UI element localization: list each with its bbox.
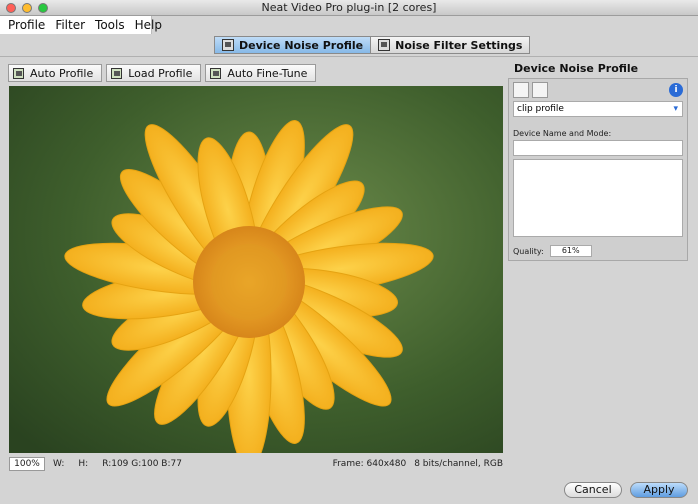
profile-select[interactable]: clip profile ▾ [513,101,683,117]
chevron-down-icon: ▾ [673,104,678,114]
auto-profile-icon [13,67,24,79]
button-label: Auto Profile [30,66,94,80]
preview-image[interactable] [9,86,503,453]
tab-label: Device Noise Profile [239,38,364,52]
load-icon [111,67,123,79]
device-name-field[interactable] [513,140,683,156]
cancel-button[interactable]: Cancel [564,482,622,498]
auto-profile-button[interactable]: Auto Profile [8,64,103,82]
tab-label: Noise Filter Settings [395,38,523,52]
sliders-icon [378,39,391,51]
status-bar: 100% W: H: R:109 G:100 B:77 Frame: 640x4… [9,456,503,472]
tab-device-noise-profile[interactable]: Device Noise Profile [214,36,372,54]
device-notes-field[interactable] [513,159,683,237]
height-label: H: [78,459,89,469]
apply-button[interactable]: Apply [630,482,688,498]
zoom-field[interactable]: 100% [9,457,45,471]
mode-tabs: Device Noise Profile Noise Filter Settin… [214,36,531,54]
device-noise-profile-panel: Device Noise Profile i clip profile ▾ De… [508,62,690,267]
button-label: Load Profile [128,66,193,80]
title-bar: Neat Video Pro plug-in [2 cores] [0,0,698,16]
panel-title: Device Noise Profile [514,62,639,75]
button-label: Auto Fine-Tune [227,66,308,80]
flower-image [9,86,503,453]
toolbar: Auto Profile Load Profile Auto Fine-Tune [8,64,317,82]
menu-bar: Profile Filter Tools Help [0,16,162,34]
info-icon[interactable]: i [669,83,683,97]
menu-filter[interactable]: Filter [55,18,85,32]
tab-noise-filter-settings[interactable]: Noise Filter Settings [371,36,531,54]
menu-help[interactable]: Help [135,18,162,32]
bit-depth: 8 bits/channel, RGB [414,459,503,469]
profile-select-value: clip profile [517,104,564,114]
save-as-profile-button[interactable] [532,82,548,98]
menu-profile[interactable]: Profile [8,18,45,32]
divider [0,56,698,57]
fine-tune-icon [210,67,222,79]
width-label: W: [53,459,65,469]
window-title: Neat Video Pro plug-in [2 cores] [261,1,437,14]
rgb-readout: R:109 G:100 B:77 [102,459,182,469]
camera-icon [222,39,234,51]
quality-value: 61% [549,245,592,257]
quality-label: Quality: [513,246,544,256]
profile-box: i clip profile ▾ Device Name and Mode: Q… [508,78,688,261]
auto-fine-tune-button[interactable]: Auto Fine-Tune [205,64,317,82]
device-name-label: Device Name and Mode: [513,129,612,138]
save-profile-button[interactable] [513,82,529,98]
frame-size: Frame: 640x480 [332,459,407,469]
menu-tools[interactable]: Tools [95,18,125,32]
load-profile-button[interactable]: Load Profile [106,64,202,82]
dialog-buttons: Cancel Apply [564,482,688,498]
